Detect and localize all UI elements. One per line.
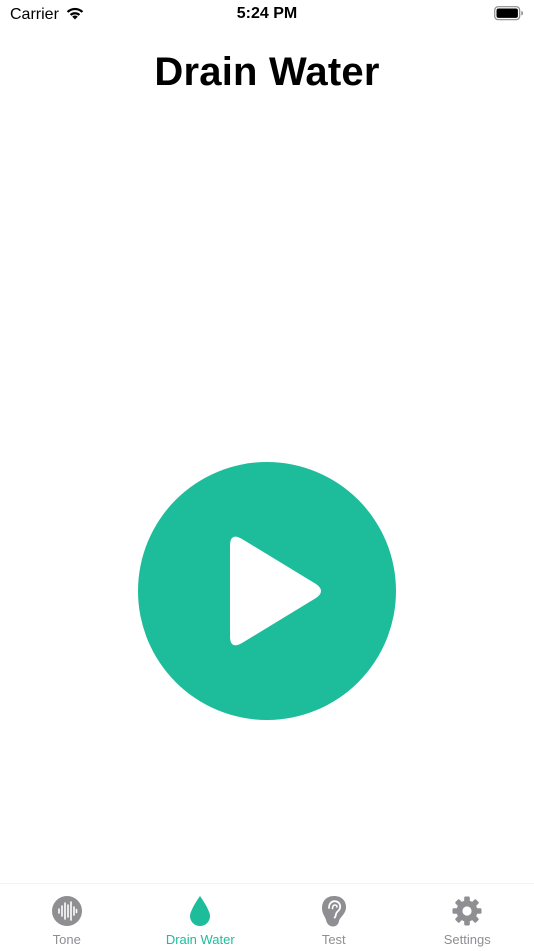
tab-label-test: Test: [322, 932, 346, 947]
status-bar: Carrier 5:24 PM: [0, 0, 534, 30]
tab-label-tone: Tone: [53, 932, 81, 947]
tab-bar: Tone Drain Water Test: [0, 883, 534, 951]
status-time: 5:24 PM: [0, 5, 534, 23]
play-icon: [138, 462, 396, 720]
play-button[interactable]: [138, 462, 396, 720]
tab-settings[interactable]: Settings: [401, 884, 534, 951]
waveform-icon: [50, 894, 84, 928]
ear-icon: [317, 894, 351, 928]
water-drop-icon: [183, 894, 217, 928]
battery-icon: [494, 6, 524, 26]
gear-icon: [450, 894, 484, 928]
tab-tone[interactable]: Tone: [0, 884, 134, 951]
page-title: Drain Water: [0, 50, 534, 95]
tab-label-drain-water: Drain Water: [166, 932, 235, 947]
tab-drain-water[interactable]: Drain Water: [134, 884, 268, 951]
tab-test[interactable]: Test: [267, 884, 401, 951]
tab-label-settings: Settings: [444, 932, 491, 947]
